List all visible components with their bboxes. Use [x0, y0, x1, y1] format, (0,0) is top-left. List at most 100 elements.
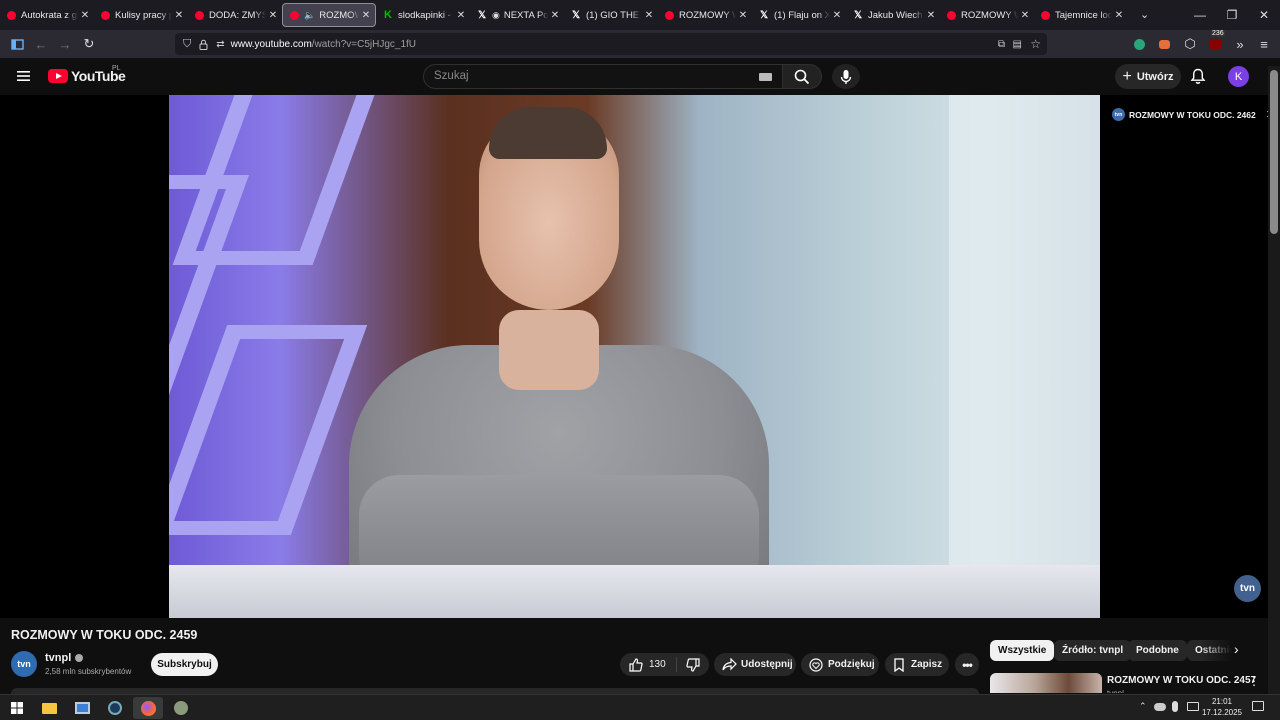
browser-tab[interactable]: ROZMOWY W T✕	[658, 3, 752, 27]
browser-tab[interactable]: DODA: ZMYŚLO✕	[188, 3, 282, 27]
app-menu-icon[interactable]: ≡	[1252, 32, 1276, 56]
keyboard-icon[interactable]	[759, 73, 772, 81]
system-clock[interactable]: 21:01 17.12.2025	[1200, 696, 1244, 718]
extensions-puzzle-icon[interactable]: ⬡	[1178, 32, 1202, 56]
close-tab-icon[interactable]: ✕	[736, 10, 750, 21]
picture-in-picture-icon[interactable]: ⧉	[998, 39, 1005, 50]
bookmark-star-icon[interactable]: ☆	[1030, 37, 1041, 51]
browser-tab[interactable]: 𝕏 Jakub Wiech on✕	[846, 3, 940, 27]
video-frame[interactable]	[169, 95, 1100, 618]
recommended-more-icon[interactable]: ⋮	[1248, 674, 1260, 688]
extension-icon[interactable]	[1152, 32, 1176, 56]
close-tab-icon[interactable]: ✕	[1018, 10, 1032, 21]
onedrive-icon[interactable]	[1154, 703, 1166, 711]
share-icon	[722, 658, 737, 671]
network-icon[interactable]	[1187, 702, 1199, 711]
permissions-icon[interactable]: ⇄	[216, 39, 224, 50]
browser-tab[interactable]: Kslodkapinki - W✕	[376, 3, 470, 27]
url-bar[interactable]: ⛉ ⇄ www.youtube.com/watch?v=C5jHJgc_1fU …	[175, 33, 1047, 55]
close-window-icon[interactable]: ✕	[1248, 0, 1280, 30]
search-button[interactable]	[782, 64, 822, 89]
file-explorer-icon[interactable]	[34, 697, 64, 719]
save-button[interactable]: Zapisz	[885, 653, 949, 676]
video-player[interactable]: tvn ROZMOWY W TOKU ODC. 2462 ✕ tvn	[0, 95, 1280, 618]
tab-list-dropdown-icon[interactable]: ⌄	[1140, 8, 1154, 22]
browser-tab-title: Kulisy pracy prod	[115, 9, 172, 21]
close-tab-icon[interactable]: ✕	[359, 10, 373, 21]
browser-tab[interactable]: 🔈 ROZMOWY✕	[282, 3, 376, 27]
recommended-video[interactable]: ROZMOWY W TOKU ODC. 2457 tvnpl	[990, 673, 1280, 693]
chips-next-icon[interactable]: ›	[1234, 641, 1250, 661]
search-input[interactable]: Szukaj	[423, 64, 783, 89]
steam-icon[interactable]	[100, 697, 130, 719]
close-tab-icon[interactable]: ✕	[924, 10, 938, 21]
browser-tab[interactable]: Kulisy pracy prod✕	[94, 3, 188, 27]
firefox-icon[interactable]	[133, 697, 163, 719]
more-actions-button[interactable]: •••	[955, 653, 979, 676]
voice-search-button[interactable]	[832, 64, 860, 89]
sidebar-toggle-icon[interactable]	[5, 32, 29, 56]
thanks-button[interactable]: Podziękuj	[801, 653, 879, 676]
tracking-shield-icon[interactable]: ⛉	[183, 38, 191, 51]
windows-start-icon[interactable]	[2, 697, 32, 719]
channel-avatar[interactable]: tvn	[11, 651, 37, 677]
dislike-button[interactable]	[676, 657, 709, 672]
recommended-title[interactable]: ROZMOWY W TOKU ODC. 2457	[1107, 675, 1256, 686]
end-card-title[interactable]: tvn ROZMOWY W TOKU ODC. 2462 ✕	[1112, 108, 1275, 121]
browser-tab[interactable]: 𝕏 ◉NEXTA Polsk✕	[470, 3, 564, 27]
overflow-chevrons-icon[interactable]: »	[1228, 32, 1252, 56]
browser-tab[interactable]: 𝕏 (1) GIO THE PIE✕	[564, 3, 658, 27]
chip-related[interactable]: Podobne	[1128, 640, 1187, 661]
close-tab-icon[interactable]: ✕	[78, 10, 92, 21]
share-button[interactable]: Udostępnij	[714, 653, 796, 676]
reader-view-icon[interactable]: ▤	[1013, 39, 1022, 50]
notifications-icon[interactable]	[1252, 701, 1264, 711]
vpn-extension-icon[interactable]	[1127, 32, 1151, 56]
account-avatar[interactable]: K	[1228, 66, 1249, 87]
tray-overflow-icon[interactable]: ⌃	[1139, 701, 1147, 712]
end-card-title-text: ROZMOWY W TOKU ODC. 2462	[1129, 109, 1256, 120]
youtube-logo[interactable]: YouTube PL	[48, 65, 126, 84]
chip-from-channel[interactable]: Źródło: tvnpl	[1054, 640, 1132, 661]
close-tab-icon[interactable]: ✕	[548, 10, 562, 21]
lock-icon[interactable]	[199, 39, 208, 50]
page-scrollbar[interactable]	[1268, 66, 1280, 694]
browser-tab[interactable]: ROZMOWY W T✕	[940, 3, 1034, 27]
close-tab-icon[interactable]: ✕	[642, 10, 656, 21]
browser-tab[interactable]: 𝕏 (1) Flaju on X: "✕	[752, 3, 846, 27]
browser-tab[interactable]: Tajemnice lodo✕	[1034, 3, 1128, 27]
minimize-icon[interactable]: —	[1184, 0, 1216, 30]
app-icon[interactable]	[166, 697, 196, 719]
channel-name[interactable]: tvnpl	[45, 652, 84, 664]
browser-tab-title: ROZMOWY W T	[679, 9, 736, 21]
create-button[interactable]: + Utwórz	[1115, 64, 1181, 89]
close-tab-icon[interactable]: ✕	[1112, 10, 1126, 21]
close-tab-icon[interactable]: ✕	[454, 10, 468, 21]
guide-menu-icon[interactable]	[16, 69, 32, 83]
close-tab-icon[interactable]: ✕	[830, 10, 844, 21]
audio-playing-icon[interactable]: ◉	[492, 10, 500, 21]
channel-watermark[interactable]: tvn	[1234, 575, 1261, 602]
subscriber-count: 2,58 mln subskrybentów	[45, 667, 132, 676]
ublock-icon[interactable]: 236	[1203, 30, 1227, 56]
tray-microphone-icon[interactable]	[1172, 701, 1178, 712]
close-tab-icon[interactable]: ✕	[172, 10, 186, 21]
chip-all[interactable]: Wszystkie	[990, 640, 1055, 661]
browser-tab[interactable]: Autokrata z głosem✕	[0, 3, 94, 27]
notifications-bell-icon[interactable]	[1190, 68, 1206, 85]
youtube-icon	[1041, 10, 1050, 20]
audio-playing-icon[interactable]: 🔈	[304, 10, 315, 21]
url-text[interactable]: www.youtube.com/watch?v=C5jHJgc_1fU	[231, 39, 416, 50]
scrollbar-thumb[interactable]	[1270, 70, 1278, 234]
recommended-thumbnail[interactable]	[990, 673, 1102, 693]
browser-tab-title: NEXTA Polsk	[503, 9, 548, 21]
remote-desktop-icon[interactable]	[67, 697, 97, 719]
back-icon[interactable]: ←	[29, 32, 53, 56]
reload-icon[interactable]: ↻	[77, 32, 101, 56]
close-tab-icon[interactable]: ✕	[266, 10, 280, 21]
recommended-channel[interactable]: tvnpl	[1107, 689, 1124, 693]
restore-icon[interactable]: ❐	[1216, 0, 1248, 30]
subscribe-button[interactable]: Subskrybuj	[151, 653, 218, 676]
like-button[interactable]: 130	[620, 657, 676, 672]
forward-icon[interactable]: →	[53, 32, 77, 56]
